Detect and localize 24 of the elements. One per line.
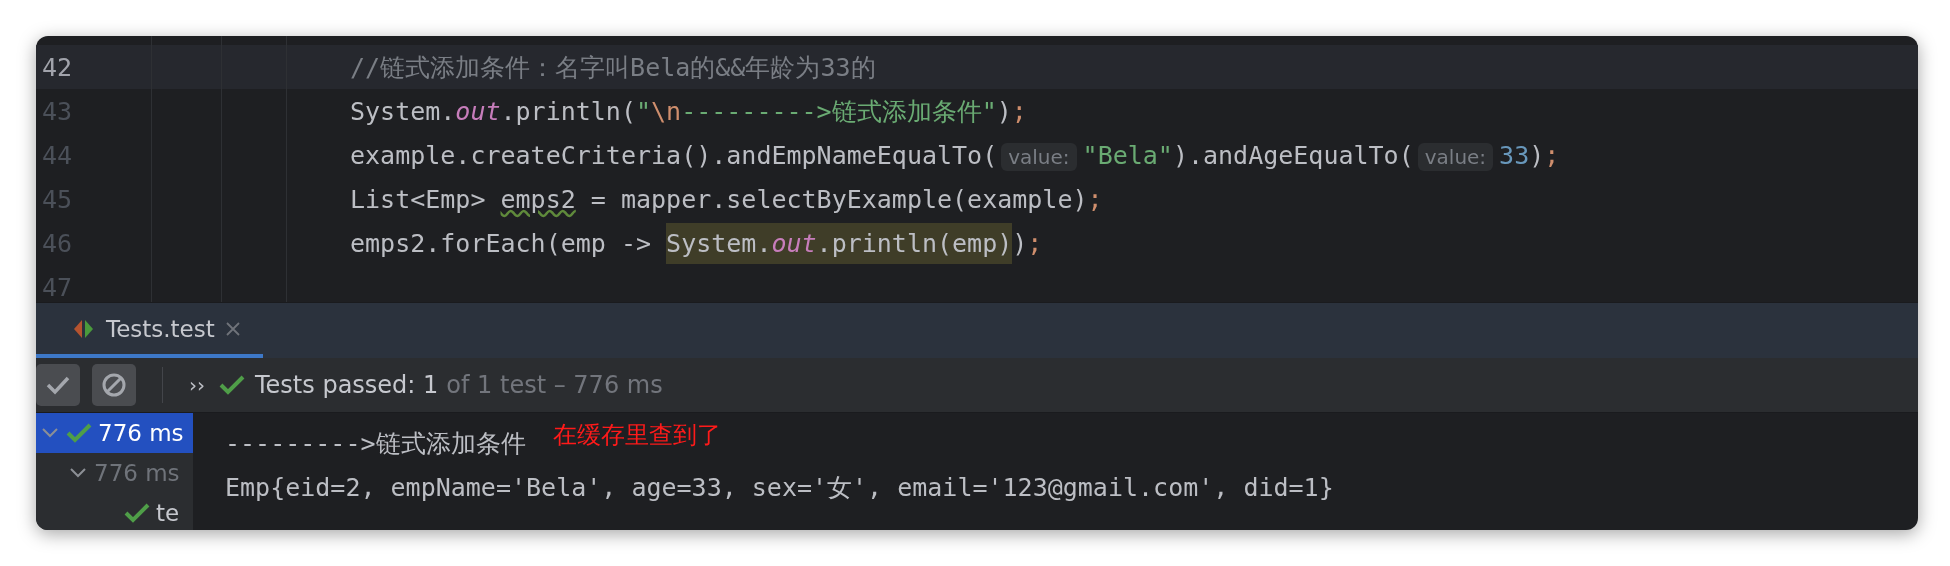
code-line: example.createCriteria().andEmpNameEqualTo( value: "Bela").andAgeEqualTo( value: 33); xyxy=(350,140,1560,170)
test-tree-item[interactable]: 776 ms xyxy=(36,413,193,453)
highlighted-code: System.out.println(emp) xyxy=(666,222,1013,264)
parameter-hint: value: xyxy=(1001,142,1077,171)
check-icon xyxy=(219,374,245,396)
test-summary: of 1 test – 776 ms xyxy=(446,371,663,399)
test-status: Tests passed: 1 xyxy=(255,371,439,399)
no-entry-icon xyxy=(101,372,127,398)
test-tree-item[interactable]: te xyxy=(36,493,193,530)
annotation-text: 在缓存里查到了 xyxy=(553,420,721,451)
code-line: //链式添加条件：名字叫Bela的&&年龄为33的 xyxy=(350,51,876,84)
code-line: List<Emp> emps2 = mapper.selectByExample(example); xyxy=(350,184,1103,214)
more-button[interactable]: ›› xyxy=(189,373,205,397)
console-line: Emp{eid=2, empName='Bela', age=33, sex='女', email='123@gmail.com', did=1} xyxy=(225,471,1334,504)
check-icon xyxy=(45,374,71,396)
code-line: System.out.println("\n--------->链式添加条件"); xyxy=(350,95,1027,128)
show-passed-button[interactable] xyxy=(36,364,80,406)
console-line: --------->链式添加条件 xyxy=(225,427,526,460)
close-icon[interactable] xyxy=(224,320,241,337)
parameter-hint: value: xyxy=(1417,142,1494,171)
chevron-icon[interactable] xyxy=(40,426,60,440)
line-number: 42 xyxy=(41,52,74,82)
chevron-icon[interactable] xyxy=(68,466,88,480)
show-ignored-button[interactable] xyxy=(92,364,136,406)
